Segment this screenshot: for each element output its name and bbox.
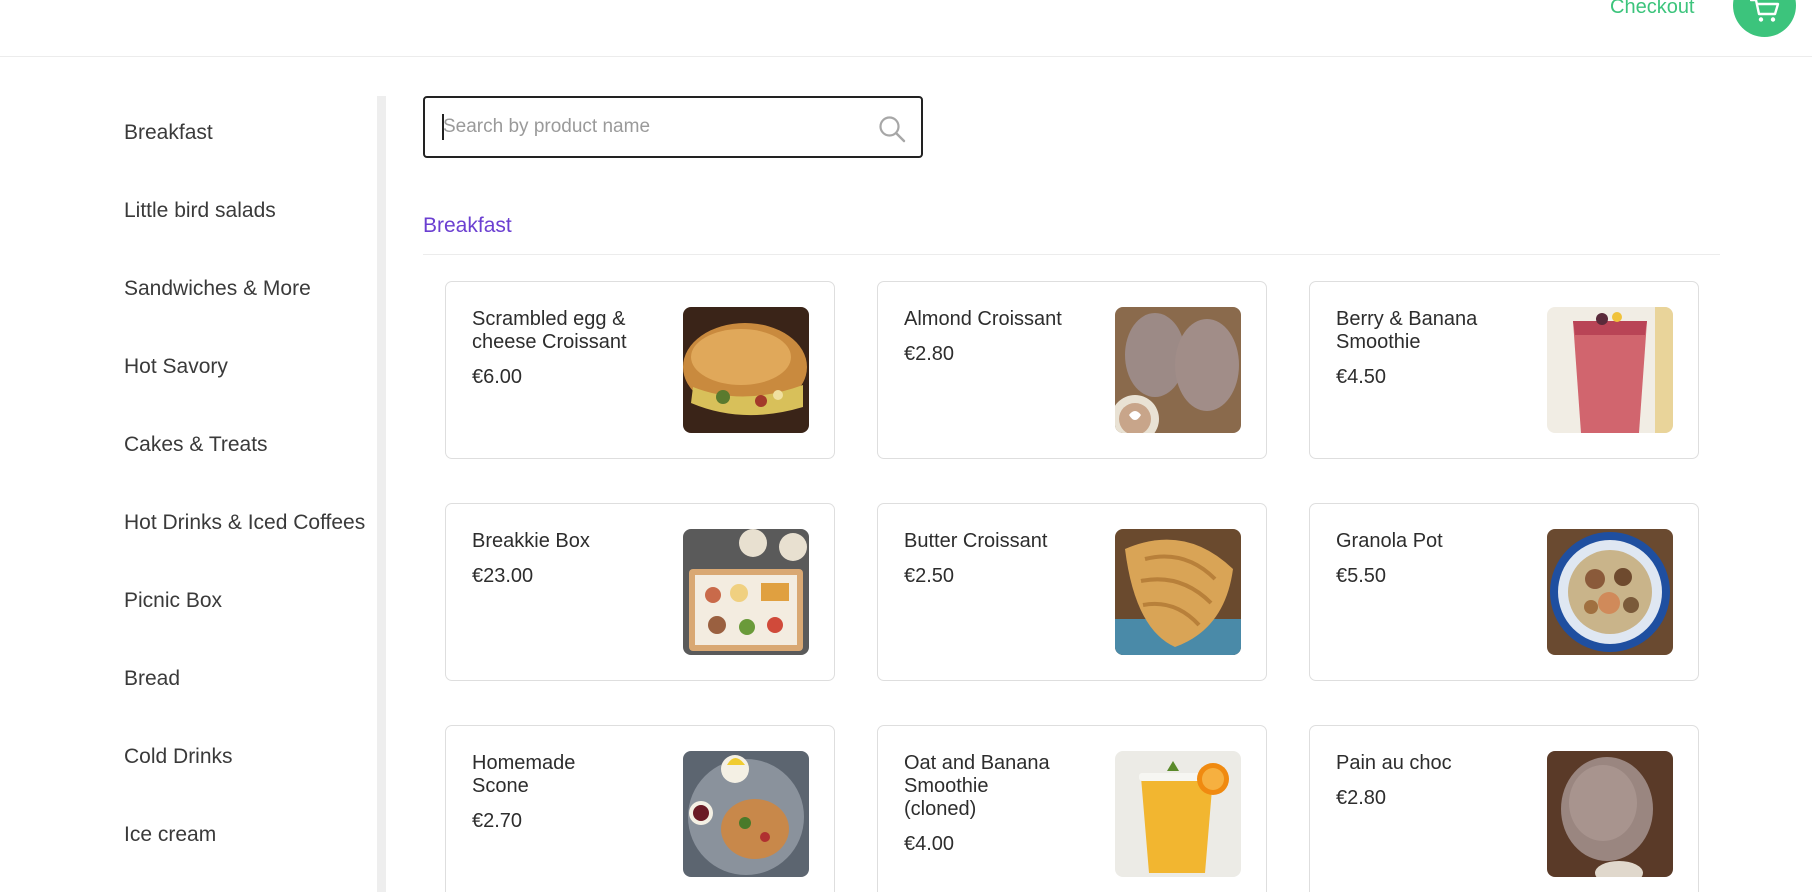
product-image xyxy=(683,751,809,877)
cart-icon xyxy=(1749,0,1780,29)
section-divider xyxy=(423,254,1720,255)
checkout-link[interactable]: Checkout xyxy=(1610,0,1695,19)
product-card[interactable]: Butter Croissant €2.50 xyxy=(877,503,1267,681)
product-price: €23.00 xyxy=(472,565,534,587)
section-title: Breakfast xyxy=(423,214,512,237)
search-input[interactable] xyxy=(443,98,863,156)
product-name: Berry & Banana Smoothie xyxy=(1336,308,1478,353)
cart-button[interactable] xyxy=(1733,0,1796,37)
product-card[interactable]: Pain au choc €2.80 xyxy=(1309,725,1699,892)
product-price: €2.50 xyxy=(904,565,955,587)
product-card[interactable]: Breakkie Box €23.00 xyxy=(445,503,835,681)
sidebar-item-picnic-box[interactable]: Picnic Box xyxy=(124,588,222,614)
sidebar-item-little-bird-salads[interactable]: Little bird salads xyxy=(124,198,276,224)
category-sidebar: Breakfast Little bird salads Sandwiches … xyxy=(0,57,385,892)
sidebar-item-hot-drinks[interactable]: Hot Drinks & Iced Coffees xyxy=(124,510,365,536)
product-price: €4.50 xyxy=(1336,366,1387,388)
product-name: Pain au choc xyxy=(1336,752,1452,774)
product-price: €6.00 xyxy=(472,366,523,388)
text-cursor xyxy=(442,114,444,140)
sidebar-item-cold-drinks[interactable]: Cold Drinks xyxy=(124,744,233,770)
sidebar-item-hot-savory[interactable]: Hot Savory xyxy=(124,354,228,380)
sidebar-item-sandwiches-more[interactable]: Sandwiches & More xyxy=(124,276,311,302)
sidebar-item-cakes-treats[interactable]: Cakes & Treats xyxy=(124,432,268,458)
sidebar-scrollbar[interactable] xyxy=(377,96,386,892)
product-card[interactable]: Homemade Scone €2.70 xyxy=(445,725,835,892)
product-name: Butter Croissant xyxy=(904,530,1048,552)
sidebar-item-breakfast[interactable]: Breakfast xyxy=(124,120,213,146)
product-card[interactable]: Granola Pot €5.50 xyxy=(1309,503,1699,681)
product-price: €2.70 xyxy=(472,810,523,832)
product-image xyxy=(683,529,809,655)
product-image xyxy=(1115,529,1241,655)
product-name: Homemade Scone xyxy=(472,752,576,797)
product-name: Almond Croissant xyxy=(904,308,1062,330)
product-price: €4.00 xyxy=(904,833,955,855)
product-name: Breakkie Box xyxy=(472,530,590,552)
product-card[interactable]: Oat and Banana Smoothie (cloned) €4.00 xyxy=(877,725,1267,892)
product-image xyxy=(1547,307,1673,433)
product-name: Oat and Banana Smoothie (cloned) xyxy=(904,752,1050,820)
top-bar: Checkout xyxy=(0,0,1812,57)
product-price: €5.50 xyxy=(1336,565,1387,587)
sidebar-item-ice-cream[interactable]: Ice cream xyxy=(124,822,216,848)
product-image xyxy=(1115,751,1241,877)
product-image xyxy=(1115,307,1241,433)
product-name: Scrambled egg & cheese Croissant xyxy=(472,308,627,353)
product-card[interactable]: Berry & Banana Smoothie €4.50 xyxy=(1309,281,1699,459)
product-image xyxy=(1547,529,1673,655)
product-card[interactable]: Almond Croissant €2.80 xyxy=(877,281,1267,459)
product-price: €2.80 xyxy=(904,343,955,365)
product-image xyxy=(1547,751,1673,877)
search-box xyxy=(423,96,923,158)
product-price: €2.80 xyxy=(1336,787,1387,809)
product-image xyxy=(683,307,809,433)
sidebar-item-bread[interactable]: Bread xyxy=(124,666,180,692)
product-card[interactable]: Scrambled egg & cheese Croissant €6.00 xyxy=(445,281,835,459)
search-icon[interactable] xyxy=(877,114,907,144)
product-name: Granola Pot xyxy=(1336,530,1443,552)
